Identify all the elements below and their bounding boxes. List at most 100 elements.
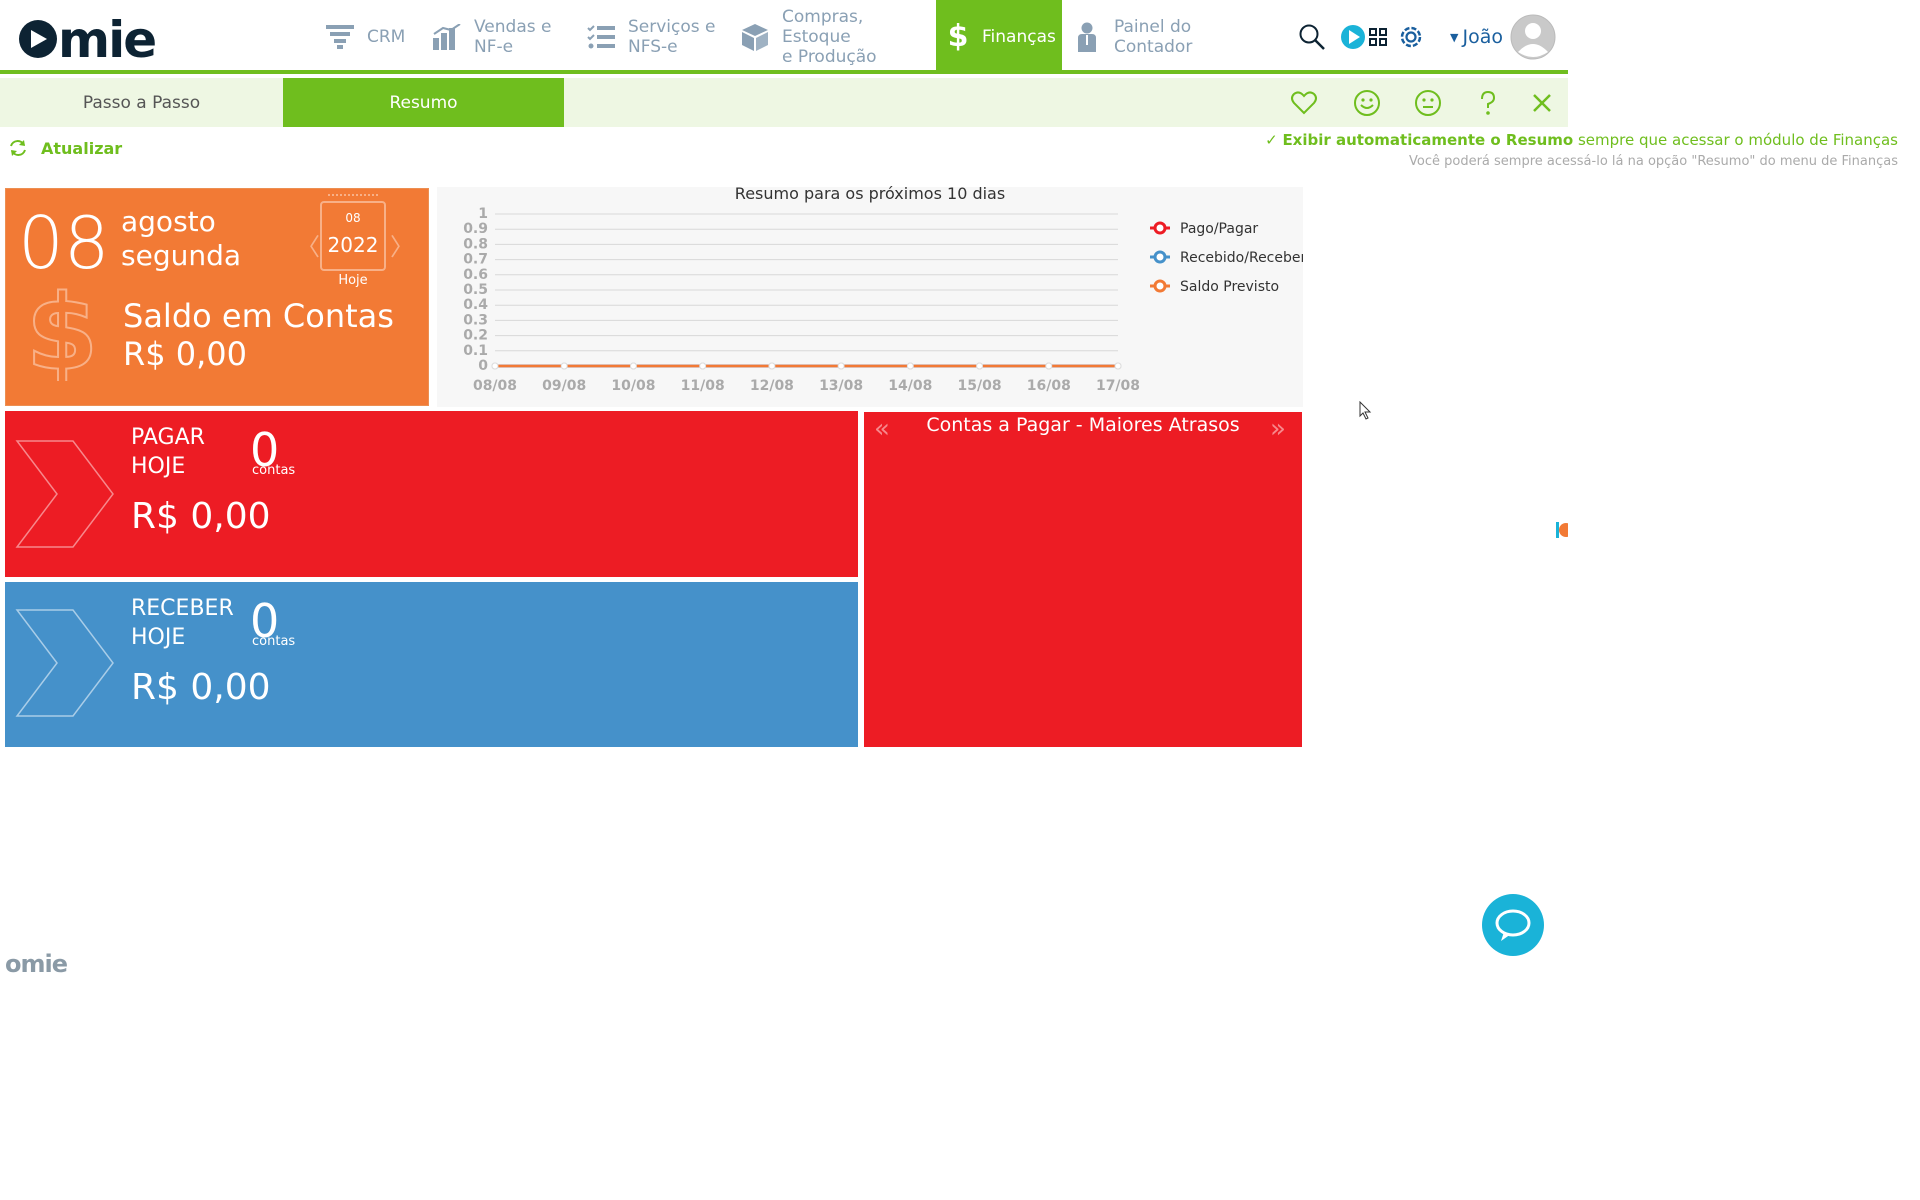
date-balance-card: $ 08 agosto segunda 〈 〉 08 2022 Hoje Sal… [5, 188, 429, 406]
receber-hoje-card[interactable]: RECEBER HOJE 0 contas R$ 0,00 [5, 582, 858, 747]
omie-logo[interactable]: mie [14, 10, 174, 64]
today-label[interactable]: Hoje [320, 273, 386, 288]
y-tick-label: 0.6 [463, 267, 488, 283]
saldo-label: Saldo em Contas [123, 297, 394, 335]
refresh-icon [10, 140, 26, 156]
gear-icon[interactable] [1396, 0, 1426, 74]
y-tick-label: 0.3 [463, 312, 488, 328]
svg-text:$: $ [26, 281, 98, 381]
user-name: João [1462, 26, 1503, 48]
data-point [699, 362, 707, 370]
saldo-value: R$ 0,00 [123, 335, 248, 373]
nav-painel-label1: Painel do [1114, 17, 1192, 37]
pagar-hoje-label: HOJE [131, 454, 186, 479]
apps-grid-icon[interactable] [1369, 0, 1387, 74]
x-tick-label: 15/08 [958, 378, 1002, 394]
y-tick-label: 0.8 [463, 236, 488, 252]
atrasos-title: Contas a Pagar - Maiores Atrasos [926, 414, 1240, 436]
tab-bar: Passo a Passo Resumo [0, 78, 1568, 127]
nav-vendas[interactable]: Vendas e NF-e [432, 0, 572, 74]
chat-button[interactable] [1482, 894, 1544, 956]
data-point [491, 362, 499, 370]
tab-resumo[interactable]: Resumo [283, 78, 564, 127]
chevron-down-icon: ▼ [1450, 30, 1459, 44]
bar-chart-icon [432, 22, 462, 52]
person-icon [1072, 22, 1102, 52]
receber-hoje-label: HOJE [131, 625, 186, 650]
avatar[interactable] [1510, 0, 1556, 74]
mouse-cursor-icon [1359, 401, 1372, 420]
y-tick-label: 0.5 [463, 282, 488, 298]
data-point [768, 362, 776, 370]
help-icon[interactable] [1474, 89, 1502, 117]
x-tick-label: 17/08 [1096, 378, 1140, 394]
data-point [837, 362, 845, 370]
filter-icon [325, 22, 355, 52]
refresh-button[interactable]: Atualizar [8, 138, 122, 158]
receber-count-label: contas [252, 634, 296, 649]
nav-compras-label1: Compras, Estoque [782, 7, 864, 47]
x-tick-label: 11/08 [681, 378, 725, 394]
month-name: agosto [121, 205, 216, 238]
pagar-count-label: contas [252, 463, 296, 478]
check-icon: ✓ [1265, 131, 1283, 149]
close-icon[interactable] [1528, 89, 1556, 117]
auto-show-bold: Exibir automaticamente o Resumo [1282, 131, 1574, 149]
nav-crm[interactable]: CRM [325, 0, 425, 74]
user-menu[interactable]: ▼ João [1450, 0, 1503, 74]
play-icon[interactable] [1340, 0, 1366, 74]
nav-compras[interactable]: Compras, Estoque e Produção [740, 0, 930, 74]
box-icon [740, 22, 770, 52]
nav-painel-label2: Contador [1114, 37, 1193, 57]
smile-icon[interactable] [1353, 89, 1381, 117]
y-tick-label: 0.4 [463, 297, 488, 313]
calendar-icon[interactable]: 08 2022 [320, 194, 386, 271]
next-date-icon[interactable]: 〉 [390, 227, 414, 262]
legend-swatch-marker [1153, 221, 1167, 235]
receber-label: RECEBER [131, 596, 234, 621]
calendar-day: 08 [345, 211, 361, 225]
heart-icon[interactable] [1290, 89, 1318, 117]
neutral-face-icon[interactable] [1414, 89, 1442, 117]
nav-compras-label2: e Produção [782, 47, 877, 67]
y-tick-label: 0.9 [463, 221, 488, 237]
prev-date-icon[interactable]: 〈 [296, 227, 320, 262]
pagar-label: PAGAR [131, 425, 205, 450]
nav-vendas-label2: NF-e [474, 37, 514, 57]
y-tick-label: 0.1 [463, 343, 488, 359]
tab-passo-a-passo[interactable]: Passo a Passo [0, 78, 283, 127]
legend-label: Recebido/Receber [1180, 250, 1303, 266]
x-tick-label: 14/08 [888, 378, 932, 394]
nav-servicos-label2: NFS-e [628, 37, 678, 57]
nav-financas[interactable]: $ Finanças [936, 0, 1062, 74]
nav-financas-label: Finanças [982, 27, 1056, 47]
next-arrow-icon[interactable]: » [1270, 414, 1286, 444]
search-icon[interactable] [1298, 0, 1326, 74]
nav-painel-contador[interactable]: Painel do Contador [1072, 0, 1222, 74]
x-tick-label: 09/08 [542, 378, 586, 394]
dollar-icon: $ [947, 19, 969, 54]
x-tick-label: 10/08 [611, 378, 655, 394]
side-widget-icon[interactable] [1556, 520, 1568, 540]
receber-amount: R$ 0,00 [131, 667, 271, 708]
auto-show-rest: sempre que acessar o módulo de Finanças [1573, 131, 1898, 149]
auto-show-option[interactable]: ✓ Exibir automaticamente o Resumo sempre… [1265, 130, 1898, 172]
nav-crm-label: CRM [367, 27, 406, 47]
pagar-hoje-card[interactable]: PAGAR HOJE 0 contas R$ 0,00 [5, 411, 858, 577]
dollar-watermark-icon: $ [25, 281, 99, 381]
y-tick-label: 1 [478, 206, 488, 222]
svg-text:mie: mie [58, 11, 155, 64]
nav-servicos[interactable]: Serviços e NFS-e [586, 0, 726, 74]
x-tick-label: 13/08 [819, 378, 863, 394]
y-tick-label: 0.2 [463, 328, 488, 344]
x-tick-label: 16/08 [1027, 378, 1071, 394]
chevron-right-icon [15, 440, 114, 548]
day-number: 08 [18, 201, 110, 285]
top-navbar: mie CRM Vendas e NF-e Serviços e NFS-e Com… [0, 0, 1568, 74]
legend-swatch-marker [1153, 279, 1167, 293]
data-point [906, 362, 914, 370]
data-point [629, 362, 637, 370]
legend-swatch-marker [1153, 250, 1167, 264]
nav-servicos-label1: Serviços e [628, 17, 716, 37]
chevron-right-icon [15, 609, 114, 717]
